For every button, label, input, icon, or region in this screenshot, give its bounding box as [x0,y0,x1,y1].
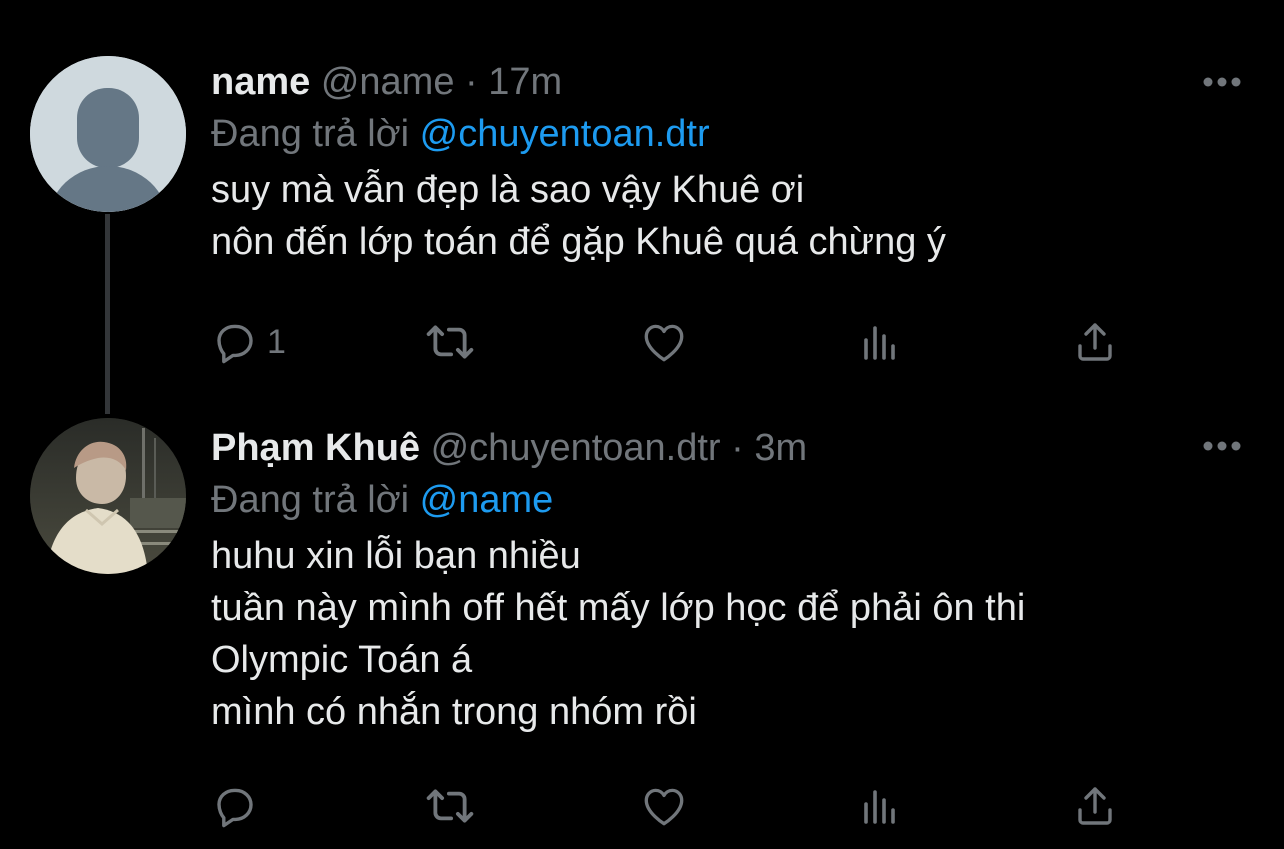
profile-photo [30,418,186,574]
more-options-button[interactable] [1200,60,1244,104]
views-button[interactable] [856,314,904,370]
share-button[interactable] [1071,314,1119,370]
tweet[interactable]: Phạm Khuê @chuyentoan.dtr · 3m Đang trả … [0,418,1284,849]
tweet-text-line: suy mà vẫn đẹp là sao vậy Khuê ơi [211,169,805,211]
tweet-text-line: tuần này mình off hết mấy lớp học để phả… [211,587,1026,629]
avatar[interactable] [30,56,186,212]
tweet-text-line: mình có nhắn trong nhóm rồi [211,691,697,733]
tweet-content: Phạm Khuê @chuyentoan.dtr · 3m Đang trả … [211,426,1244,738]
views-icon [864,790,895,824]
views-icon [864,326,895,360]
mention-link[interactable]: @name [420,479,554,521]
reply-button[interactable] [211,778,267,834]
tweet[interactable]: name @name · 17m Đang trả lời @chuyentoa… [0,0,1284,420]
like-icon [644,788,684,826]
tweet-text-line: nôn đến lớp toán để gặp Khuê quá chừng ý [211,221,946,263]
retweet-button[interactable] [423,778,477,834]
reply-icon [217,324,253,364]
reply-button[interactable]: 1 [211,314,286,370]
reply-icon [217,788,253,828]
user-handle[interactable]: @chuyentoan.dtr [431,427,721,469]
tweet-actions: 1 [211,314,1131,370]
tweet-header: name @name · 17m [211,60,1244,104]
tweet-text-line: huhu xin lỗi bạn nhiều [211,535,581,577]
retweet-button[interactable] [423,314,477,370]
views-button[interactable] [856,778,904,834]
like-button[interactable] [639,314,689,370]
separator-dot: · [465,61,478,103]
tweet-text-line: Olympic Toán á [211,639,473,681]
mention-link[interactable]: @chuyentoan.dtr [420,113,710,155]
like-icon [644,324,684,362]
more-horizontal-icon [1203,77,1241,87]
timestamp[interactable]: 17m [488,61,562,103]
share-icon [1078,323,1112,361]
reply-count: 1 [267,322,286,361]
like-button[interactable] [639,778,689,834]
more-horizontal-icon [1203,441,1241,451]
share-button[interactable] [1071,778,1119,834]
tweet-text: huhu xin lỗi bạn nhiều tuần này mình off… [211,530,1244,738]
retweet-icon [426,325,474,359]
replying-to-label: Đang trả lời [211,113,410,155]
tweet-text: suy mà vẫn đẹp là sao vậy Khuê ơi nôn đế… [211,164,1244,268]
display-name[interactable]: Phạm Khuê [211,427,420,469]
tweet-actions [211,778,1131,834]
replying-to: Đang trả lời @chuyentoan.dtr [211,112,1244,156]
replying-to-label: Đang trả lời [211,479,410,521]
replying-to: Đang trả lời @name [211,478,1244,522]
thread-connector [105,214,110,414]
share-icon [1078,787,1112,825]
separator-dot: · [731,427,744,469]
user-handle[interactable]: @name [321,61,455,103]
avatar[interactable] [30,418,186,574]
display-name[interactable]: name [211,61,310,103]
tweet-header: Phạm Khuê @chuyentoan.dtr · 3m [211,426,1244,470]
default-avatar-icon [30,56,186,212]
timestamp[interactable]: 3m [754,427,807,469]
tweet-content: name @name · 17m Đang trả lời @chuyentoa… [211,60,1244,268]
more-options-button[interactable] [1200,424,1244,468]
retweet-icon [426,789,474,823]
